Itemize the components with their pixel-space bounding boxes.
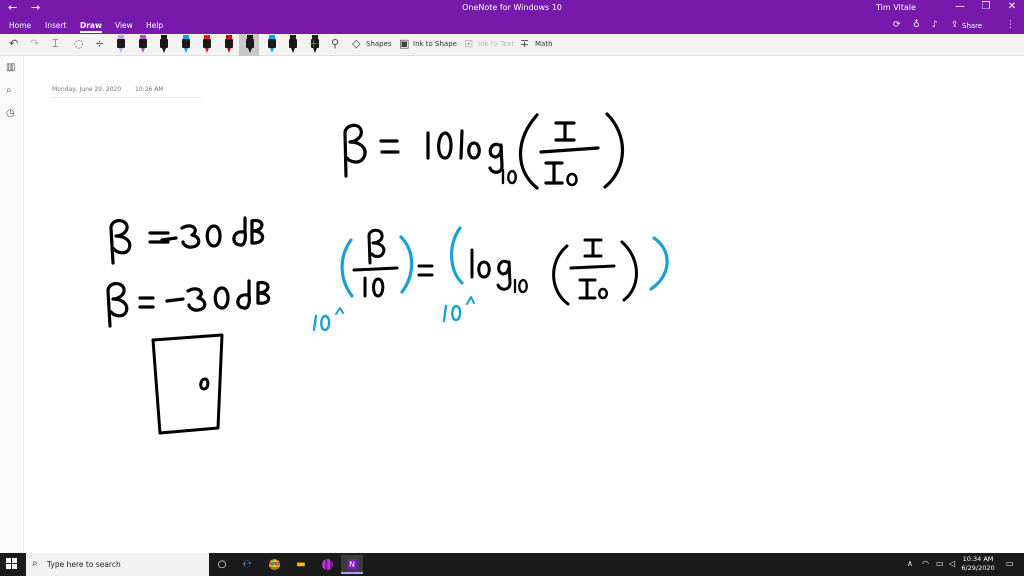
chrome-profile-icon[interactable] [316,555,338,574]
share-button[interactable]: Share [962,22,982,30]
draw-toolbar: ↶ ↷ ⌶ ◌ ÷ + ⚲ ◇ Shapes ▣ Ink to Shape ⊞ … [0,34,1024,56]
pen-4-button[interactable] [181,35,191,53]
user-name[interactable]: Tim Vitale [876,3,916,12]
search-placeholder: Type here to search [47,560,121,569]
ink-to-text-icon[interactable]: ⊞ [464,37,473,50]
taskbar-search[interactable]: ⌕ Type here to search [26,553,209,576]
ink-to-text-button[interactable]: Ink to Text [478,40,514,48]
lightbulb-icon[interactable]: ♁ [913,20,920,30]
notebooks-icon[interactable]: ▥ [6,62,15,73]
ink-step-equation [312,226,669,332]
taskbar-clock[interactable]: 10:34 AM 6/29/2020 [958,555,998,573]
pen-8-button[interactable] [267,35,277,53]
tray-overflow-icon[interactable]: ∧ [907,559,913,568]
clock-date: 6/29/2020 [961,564,995,572]
pen-3-button[interactable] [159,35,169,53]
onenote-taskbar-icon[interactable]: N [341,555,363,574]
edge-icon[interactable]: ℮ [236,555,258,574]
notification-center-icon[interactable]: ▭ [1006,559,1014,568]
redo-icon[interactable]: ↷ [30,37,39,50]
shapes-icon[interactable]: ◇ [352,37,360,50]
tab-draw[interactable]: Draw [80,21,102,33]
tab-home[interactable]: Home [9,21,31,30]
add-pen-icon[interactable]: + [309,37,318,50]
close-icon[interactable]: ✕ [998,1,1024,12]
volume-icon[interactable]: ◁ [949,559,955,568]
title-bar: ← → OneNote for Windows 10 Tim Vitale — … [0,0,1024,18]
math-icon[interactable]: ∓ [520,37,529,50]
taskbar: ⌕ Type here to search ○ ℮ ▬ N ∧ ◠ ▭ ◁ 10… [0,553,1024,576]
ruler-icon[interactable]: ⚲ [331,37,339,50]
clock-time: 10:34 AM [962,555,994,563]
math-button[interactable]: Math [535,40,553,48]
note-canvas[interactable]: Monday, June 29, 2020 10:26 AM [25,56,1024,553]
task-view-icon[interactable]: ○ [211,555,233,574]
pen-5-button[interactable] [202,35,212,53]
pen-1-button[interactable] [116,35,126,53]
minimize-icon[interactable]: — [946,1,974,12]
file-explorer-icon[interactable]: ▬ [290,555,312,574]
ink-to-shape-icon[interactable]: ▣ [399,37,409,50]
ink-door-sketch [151,333,224,435]
pen-7-button[interactable] [245,35,255,53]
ink-line-1 [109,216,265,265]
restore-icon[interactable]: ❐ [972,1,1000,12]
search-glass-icon: ⌕ [32,558,38,569]
share-icon[interactable]: ⇪ [951,20,959,30]
window-title: OneNote for Windows 10 [462,3,562,12]
navigation-rail: ▥ ⌕ ◷ [0,56,24,553]
lasso-select-icon[interactable]: ◌ [74,37,84,50]
ribbon-tabs: Home Insert Draw View Help ⟳ ♁ ♪ ⇪ Share… [0,18,1024,34]
tab-view[interactable]: View [115,21,133,30]
pen-9-button[interactable] [288,35,298,53]
undo-icon[interactable]: ↶ [9,37,18,50]
tab-insert[interactable]: Insert [45,21,67,30]
wifi-icon[interactable]: ◠ [922,559,929,568]
more-options-icon[interactable]: ⋮ [1006,20,1015,30]
chrome-icon[interactable] [263,555,285,574]
bell-icon[interactable]: ♪ [932,20,938,30]
type-select-icon[interactable]: ⌶ [52,37,59,51]
windows-start-icon[interactable] [6,558,18,570]
ink-formula [343,112,625,190]
sync-icon[interactable]: ⟳ [893,20,901,30]
shapes-button[interactable]: Shapes [366,40,392,48]
tab-help[interactable]: Help [146,21,163,30]
pen-6-button[interactable] [224,35,234,53]
ink-line-2 [106,279,271,328]
handwritten-ink[interactable] [25,56,1024,553]
network-icon[interactable]: ▭ [936,559,944,568]
recent-icon[interactable]: ◷ [6,108,15,119]
insert-space-icon[interactable]: ÷ [95,37,104,50]
search-icon[interactable]: ⌕ [6,85,12,96]
pen-2-button[interactable] [138,35,148,53]
ink-to-shape-button[interactable]: Ink to Shape [413,40,457,48]
